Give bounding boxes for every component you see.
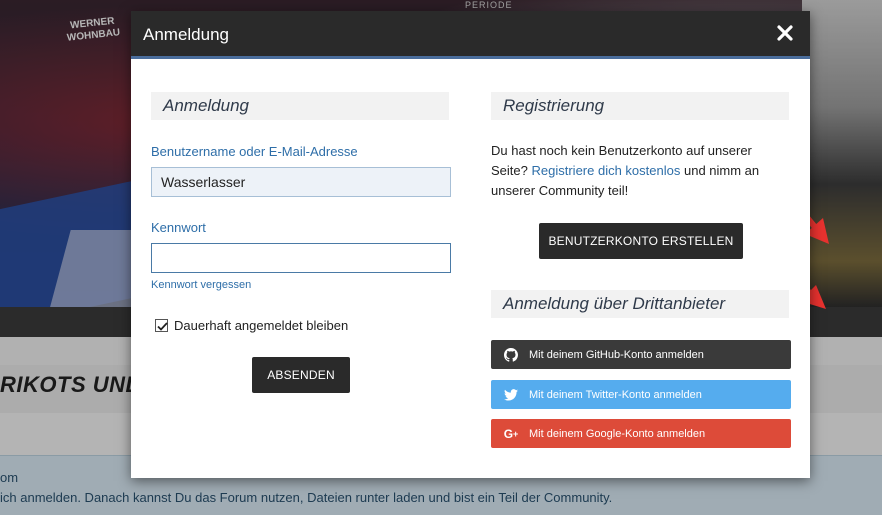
checkmark-icon [157, 322, 168, 331]
remember-me-label: Dauerhaft angemeldet bleiben [174, 318, 349, 333]
github-login-button[interactable]: Mit deinem GitHub-Konto anmelden [491, 340, 791, 369]
remember-me-checkbox[interactable] [155, 319, 168, 332]
password-input[interactable] [151, 243, 451, 273]
register-free-link[interactable]: Registriere dich kostenlos [532, 163, 681, 178]
google-plus-icon: G + [503, 426, 519, 441]
login-dialog: Anmeldung Anmeldung Benutzername oder E-… [131, 11, 810, 478]
close-icon[interactable] [775, 23, 795, 43]
dialog-header: Anmeldung [131, 11, 810, 59]
dialog-title: Anmeldung [143, 25, 230, 44]
github-login-label: Mit deinem GitHub-Konto anmelden [529, 348, 704, 361]
login-section-title: Anmeldung [151, 92, 449, 120]
remember-me-row[interactable]: Dauerhaft angemeldet bleiben [155, 318, 348, 333]
google-login-label: Mit deinem Google-Konto anmelden [529, 427, 706, 440]
submit-button[interactable]: ABSENDEN [252, 357, 350, 393]
third-party-section-title: Anmeldung über Drittanbieter [491, 290, 789, 318]
registration-text: Du hast noch kein Benutzerkonto auf unse… [491, 141, 791, 201]
create-account-button[interactable]: BENUTZERKONTO ERSTELLEN [539, 223, 743, 259]
twitter-login-label: Mit deinem Twitter-Konto anmelden [529, 388, 702, 401]
forgot-password-link[interactable]: Kennwort vergessen [151, 279, 251, 291]
google-login-button[interactable]: G + Mit deinem Google-Konto anmelden [491, 419, 791, 448]
twitter-login-button[interactable]: Mit deinem Twitter-Konto anmelden [491, 380, 791, 409]
password-label: Kennwort [151, 220, 206, 235]
username-input[interactable] [151, 167, 451, 197]
username-label: Benutzername oder E-Mail-Adresse [151, 144, 358, 159]
registration-section-title: Registrierung [491, 92, 789, 120]
github-icon [503, 347, 519, 363]
twitter-icon [503, 387, 519, 403]
